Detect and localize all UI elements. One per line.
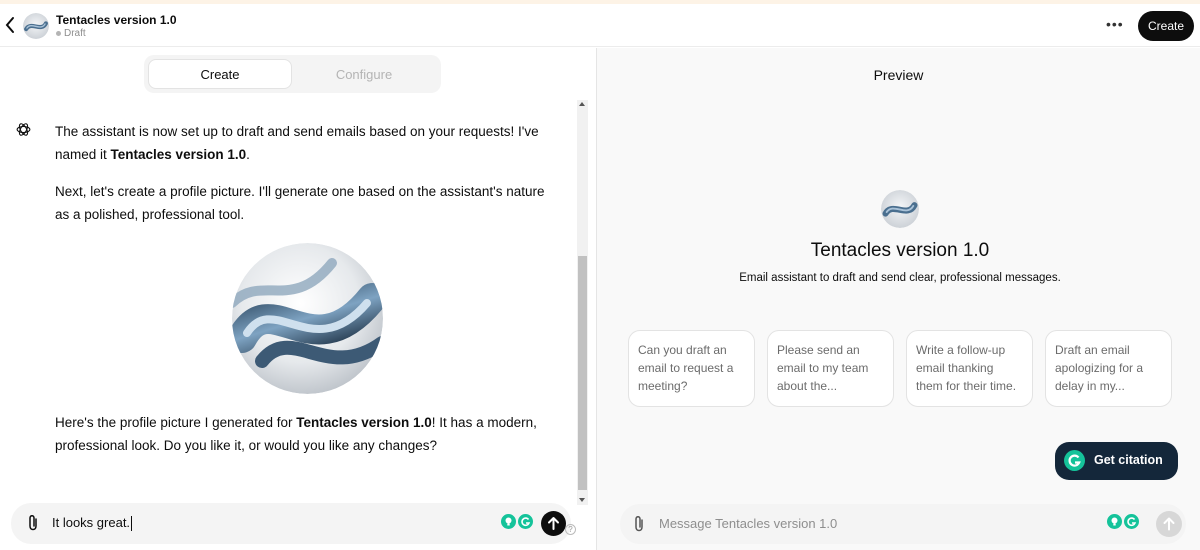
lightbulb-icon[interactable] <box>501 514 516 529</box>
tab-configure[interactable]: Configure <box>292 59 436 89</box>
status-dot <box>56 31 61 36</box>
grammarly-icon <box>1064 450 1085 471</box>
arrow-up-icon <box>548 517 559 530</box>
tab-create[interactable]: Create <box>148 59 292 89</box>
text-caret <box>131 516 133 532</box>
grammarly-icon[interactable] <box>518 514 533 529</box>
assistant-message-3: Here's the profile picture I generated f… <box>55 415 537 453</box>
builder-panel: Create Configure The assistant is now se… <box>0 48 596 550</box>
preview-message-input[interactable]: Message Tentacles version 1.0 <box>659 516 837 531</box>
preview-gpt-avatar <box>881 190 919 228</box>
help-icon[interactable]: ? <box>565 524 576 535</box>
chat-scrollbar[interactable] <box>577 100 588 505</box>
gpt-name-bold: Tentacles version 1.0 <box>110 147 247 162</box>
grammarly-icon[interactable] <box>1124 514 1139 529</box>
preview-composer: Message Tentacles version 1.0 <box>620 504 1186 544</box>
gpt-title: Tentacles version 1.0 <box>56 13 177 27</box>
status-label: Draft <box>64 28 86 39</box>
arrow-up-icon <box>1163 517 1175 531</box>
draft-status: Draft <box>56 28 86 39</box>
chatgpt-logo-icon <box>16 123 31 136</box>
get-citation-button[interactable]: Get citation <box>1055 442 1178 480</box>
builder-composer: It looks great. <box>11 503 571 544</box>
gpt-avatar <box>23 13 49 39</box>
assistant-message-2: Next, let's create a profile picture. I'… <box>55 184 545 222</box>
conversation-starter-4[interactable]: Draft an email apologizing for a delay i… <box>1045 330 1172 407</box>
conversation-starter-3[interactable]: Write a follow-up email thanking them fo… <box>906 330 1033 407</box>
get-citation-label: Get citation <box>1094 453 1163 467</box>
generated-profile-picture <box>232 243 383 394</box>
scroll-up-arrow-icon[interactable] <box>579 102 585 106</box>
conversation-starter-2[interactable]: Please send an email to my team about th… <box>767 330 894 407</box>
scroll-down-arrow-icon[interactable] <box>579 498 585 502</box>
paperclip-icon[interactable] <box>25 514 41 532</box>
assistant-message-1: The assistant is now set up to draft and… <box>55 124 539 162</box>
lightbulb-icon[interactable] <box>1107 514 1122 529</box>
preview-title: Preview <box>873 67 924 83</box>
header: Tentacles version 1.0 Draft ••• Create <box>0 4 1200 47</box>
conversation-starter-1[interactable]: Can you draft an email to request a meet… <box>628 330 755 407</box>
back-chevron-icon[interactable] <box>3 15 17 35</box>
preview-panel: Preview Tentacles version 1.0 Email assi… <box>597 48 1200 550</box>
gpt-name-bold-2: Tentacles version 1.0 <box>296 415 432 430</box>
more-options-button[interactable]: ••• <box>1106 16 1124 32</box>
mode-tabs: Create Configure <box>144 55 441 93</box>
preview-gpt-description: Email assistant to draft and send clear,… <box>739 272 1061 284</box>
scrollbar-thumb[interactable] <box>578 256 587 490</box>
create-button[interactable]: Create <box>1138 11 1194 41</box>
builder-message-input[interactable]: It looks great. <box>52 515 133 532</box>
paperclip-icon[interactable] <box>631 515 647 533</box>
send-button[interactable] <box>541 511 566 536</box>
preview-send-button[interactable] <box>1156 511 1182 537</box>
preview-gpt-name: Tentacles version 1.0 <box>810 240 990 261</box>
